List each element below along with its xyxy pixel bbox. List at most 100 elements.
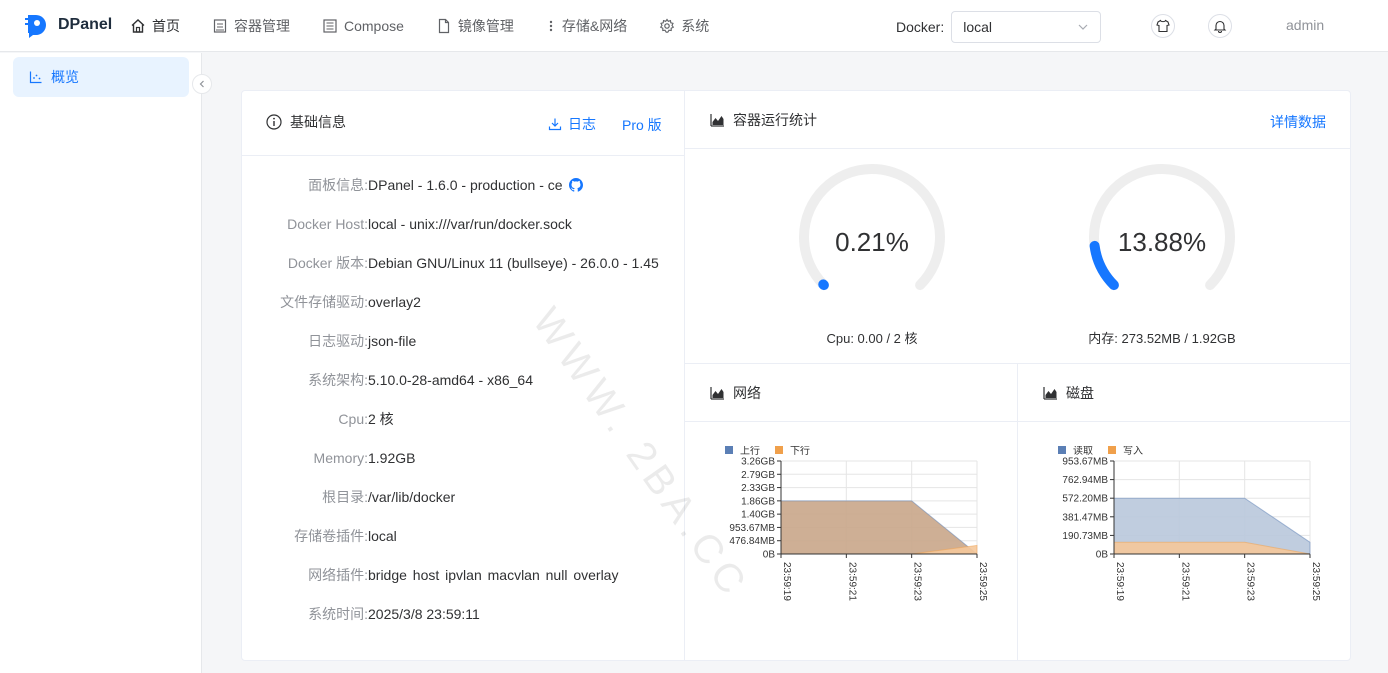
user-name[interactable]: admin <box>1286 17 1324 33</box>
network-chart-legend-label: 上行 <box>740 446 760 457</box>
info-label: Cpu: <box>338 411 368 427</box>
shirt-icon <box>1156 19 1170 33</box>
disk-chart-y-tick-label: 381.47MB <box>1062 512 1108 523</box>
info-label: 系统架构: <box>308 372 368 388</box>
disk-chart: 读取 写入 953.67MB 762.94MB 572.20MB 381.47MB 190.… <box>1058 446 1321 601</box>
area-chart-icon <box>1043 387 1057 400</box>
file-icon <box>438 18 450 34</box>
disk-chart-y-tick-label: 953.67MB <box>1062 457 1108 468</box>
info-row-arch: 系统架构: 5.10.0-28-amd64 - x86_64 <box>242 370 686 390</box>
container-stats-card: 容器运行统计 详情数据 0.21% Cpu: 0.00 / 2 核 13.88%… <box>684 90 1351 661</box>
network-chart-x-tick-label: 23:59:23 <box>912 562 923 601</box>
nav-home[interactable]: 首页 <box>130 0 180 52</box>
notification-button[interactable] <box>1208 14 1232 38</box>
network-chart-y-tick-label: 953.67MB <box>729 523 775 534</box>
sidebar: 概览 <box>0 53 212 673</box>
nav-images-label: 镜像管理 <box>457 18 514 34</box>
log-link[interactable]: 日志 <box>548 114 596 134</box>
info-row-root-dir: 根目录: /var/lib/docker <box>242 487 686 507</box>
bell-icon <box>1213 20 1227 33</box>
network-chart: 上行 下行 3.26GB 2.79GB 2.33GB 1.86GB 1.40GB 953.67… <box>725 446 988 601</box>
info-row-log-driver: 日志驱动: json-file <box>242 331 686 351</box>
top-navbar: DPanel 首页 容器管理 Compose 镜像管理 存储&网络 系统 Doc… <box>0 0 1388 52</box>
chart-header-divider <box>685 421 1351 422</box>
basic-info-title: 基础信息 <box>290 114 346 130</box>
disk-chart-x-tick-label: 23:59:25 <box>1310 562 1321 601</box>
memory-gauge-value: 13.88% <box>1117 227 1207 257</box>
network-chart-x-tick-label: 23:59:21 <box>846 562 857 601</box>
app-logo[interactable]: DPanel <box>24 12 112 38</box>
detail-data-link[interactable]: 详情数据 <box>1270 112 1326 132</box>
cpu-gauge-fill <box>818 279 829 291</box>
gear-icon <box>660 18 675 33</box>
disk-chart-legend-swatch <box>1058 446 1066 454</box>
disk-chart-legend-label: 读取 <box>1073 446 1093 457</box>
compose-icon <box>323 19 337 33</box>
disk-chart-y-tick-label: 572.20MB <box>1062 494 1108 505</box>
nav-compose[interactable]: Compose <box>322 0 404 52</box>
cpu-gauge-value: 0.21% <box>835 227 909 257</box>
network-chart-y-tick-label: 2.33GB <box>741 483 775 494</box>
network-chart-y-tick-label: 476.84MB <box>729 536 775 547</box>
disk-chart-legend-swatch <box>1108 446 1116 454</box>
info-row-storage-driver: 文件存储驱动: overlay2 <box>242 292 686 312</box>
info-label: 系统时间: <box>308 606 368 622</box>
network-header: 网络 <box>710 383 761 403</box>
docker-label: Docker: <box>896 19 945 35</box>
github-icon[interactable] <box>568 178 583 192</box>
nav-storage-network[interactable]: 存储&网络 <box>546 0 627 52</box>
info-value: json-file <box>368 333 417 349</box>
sidebar-item-label: 概览 <box>51 69 79 85</box>
network-chart-legend-label: 下行 <box>790 446 810 457</box>
info-value: DPanel - 1.6.0 - production - ce <box>368 177 583 193</box>
app-name: DPanel <box>58 16 113 33</box>
info-row-panel: 面板信息: DPanel - 1.6.0 - production - ce <box>242 175 686 195</box>
info-value: local - unix:///var/run/docker.sock <box>368 216 572 232</box>
theme-button[interactable] <box>1151 14 1175 38</box>
docker-selector: Docker: local <box>896 11 1102 43</box>
info-value: overlay2 <box>368 294 421 310</box>
chart-divider <box>1017 363 1018 661</box>
stats-header-divider <box>685 148 1351 149</box>
info-row-docker-host: Docker Host: local - unix:///var/run/doc… <box>242 214 686 234</box>
more-vertical-icon <box>549 20 553 32</box>
stats-title: 容器运行统计 <box>733 112 817 128</box>
download-icon <box>548 118 562 131</box>
docker-select-value: local <box>963 19 993 35</box>
network-chart-legend-swatch <box>775 446 783 454</box>
info-row-cpu: Cpu: 2 核 <box>242 409 686 429</box>
pro-version-link[interactable]: Pro 版 <box>622 115 662 135</box>
network-chart-y-tick-label: 1.86GB <box>741 496 775 507</box>
sidebar-collapse-button[interactable] <box>192 74 212 94</box>
chevron-left-icon <box>199 80 204 88</box>
stats-header: 容器运行统计 <box>710 110 817 130</box>
nav-images[interactable]: 镜像管理 <box>436 0 514 52</box>
basic-info-card: 基础信息 日志 Pro 版 面板信息: DPanel - 1.6.0 - pro… <box>241 90 685 661</box>
nav-containers-label: 容器管理 <box>234 18 290 34</box>
home-icon <box>131 19 145 33</box>
log-link-label: 日志 <box>568 116 596 132</box>
sidebar-item-overview[interactable]: 概览 <box>13 57 189 97</box>
info-label: 文件存储驱动: <box>280 294 368 310</box>
info-label: 面板信息: <box>308 177 368 193</box>
nav-containers[interactable]: 容器管理 <box>212 0 290 52</box>
gauge-divider <box>685 363 1351 364</box>
info-label: 日志驱动: <box>308 333 368 349</box>
disk-chart-x-tick-label: 23:59:23 <box>1245 562 1256 601</box>
info-icon <box>266 114 282 130</box>
info-value: 5.10.0-28-amd64 - x86_64 <box>368 372 533 388</box>
area-chart-icon <box>710 114 724 127</box>
info-label: 根目录: <box>322 489 368 505</box>
disk-chart-y-tick-label: 190.73MB <box>1062 531 1108 542</box>
network-chart-x-tick-label: 23:59:25 <box>977 562 988 601</box>
info-value: 2 核 <box>368 411 394 427</box>
network-title: 网络 <box>733 385 761 401</box>
network-chart-x-tick-label: 23:59:19 <box>781 562 792 601</box>
cpu-caption: Cpu: 0.00 / 2 核 <box>826 331 918 346</box>
docker-select[interactable]: local <box>951 11 1102 43</box>
network-chart-y-tick-label: 0B <box>763 550 776 561</box>
nav-system[interactable]: 系统 <box>659 0 709 52</box>
container-icon <box>213 19 227 33</box>
info-row-system-time: 系统时间: 2025/3/8 23:59:11 <box>242 604 686 624</box>
network-chart-legend-swatch <box>725 446 733 454</box>
